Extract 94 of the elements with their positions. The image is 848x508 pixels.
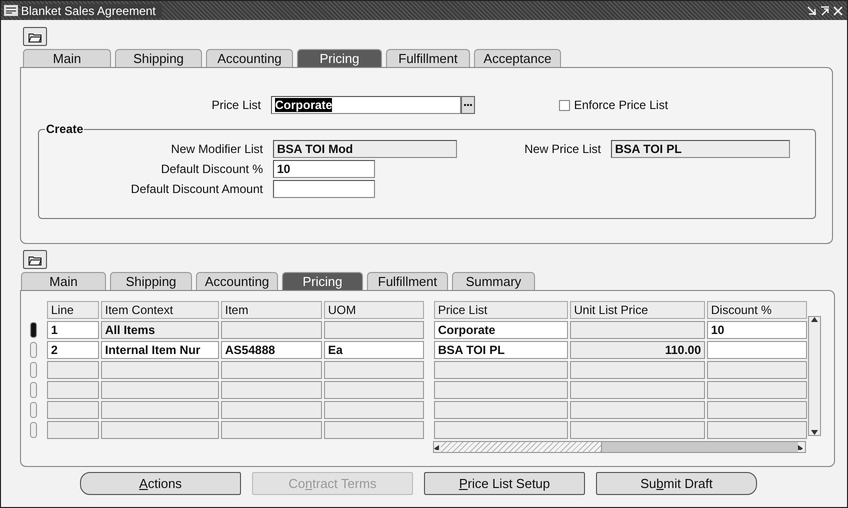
table-cell[interactable]	[101, 381, 219, 399]
table-cell[interactable]	[324, 361, 424, 379]
arrow-left-icon[interactable]	[434, 444, 441, 450]
table-cell[interactable]	[434, 421, 568, 439]
table-cell[interactable]	[47, 401, 99, 419]
column-header: Discount %	[707, 301, 807, 319]
folder-icon	[28, 254, 42, 266]
field-label: New Price List	[523, 142, 602, 156]
field-label: Default Discount %	[160, 162, 264, 176]
field-label: New Modifier List	[170, 142, 264, 156]
arrow-down-icon[interactable]	[811, 430, 818, 435]
table-cell[interactable]	[324, 381, 424, 399]
input-field[interactable]: 10	[273, 160, 375, 178]
minimize-icon[interactable]	[807, 6, 817, 16]
tab[interactable]: Acceptance	[474, 49, 561, 67]
vertical-scrollbar[interactable]	[808, 316, 821, 436]
column-header: Item Context	[101, 301, 219, 319]
column-header: Item	[221, 301, 322, 319]
list-of-values-button[interactable]	[461, 96, 475, 114]
field-label: Price List	[210, 98, 262, 112]
table-cell[interactable]	[324, 401, 424, 419]
input-field[interactable]: BSA TOI Mod	[273, 140, 457, 158]
tab[interactable]: Fulfillment	[367, 272, 448, 290]
table-cell[interactable]	[221, 401, 322, 419]
column-header: UOM	[324, 301, 424, 319]
table-cell[interactable]	[434, 381, 568, 399]
action-button[interactable]: Price List Setup	[424, 472, 585, 495]
tab[interactable]: Fulfillment	[386, 49, 470, 67]
table-cell[interactable]	[324, 321, 424, 339]
table-cell[interactable]: 110.00	[570, 341, 705, 359]
field-label: Default Discount Amount	[130, 182, 264, 196]
action-button[interactable]: Submit Draft	[596, 472, 757, 495]
action-button[interactable]: Actions	[80, 472, 241, 495]
table-cell[interactable]	[570, 401, 705, 419]
table-cell[interactable]: Corporate	[434, 321, 568, 339]
table-cell[interactable]	[101, 361, 219, 379]
row-indicator[interactable]	[30, 322, 37, 338]
folder-button[interactable]	[23, 27, 47, 46]
table-cell[interactable]	[434, 361, 568, 379]
tab[interactable]: Main	[21, 272, 106, 290]
table-cell[interactable]	[324, 421, 424, 439]
tab[interactable]: Main	[23, 49, 111, 67]
table-cell[interactable]	[570, 421, 705, 439]
table-cell[interactable]: AS54888	[221, 341, 322, 359]
table-cell[interactable]	[434, 401, 568, 419]
arrow-right-icon[interactable]	[798, 444, 805, 450]
arrow-up-icon[interactable]	[811, 317, 818, 322]
price-list-field[interactable]: Corporate	[271, 96, 461, 114]
table-cell[interactable]	[707, 401, 807, 419]
close-icon[interactable]	[833, 6, 843, 16]
checkbox-label: Enforce Price List	[574, 98, 668, 112]
app-icon	[4, 5, 18, 16]
table-cell[interactable]	[707, 361, 807, 379]
table-cell[interactable]	[221, 361, 322, 379]
table-cell[interactable]	[707, 421, 807, 439]
tab[interactable]: Accounting	[196, 272, 278, 290]
table-cell[interactable]: 10	[707, 321, 807, 339]
folder-icon	[28, 30, 42, 42]
table-cell[interactable]: Ea	[324, 341, 424, 359]
table-cell[interactable]	[707, 381, 807, 399]
table-cell[interactable]	[47, 381, 99, 399]
window-title: Blanket Sales Agreement	[21, 4, 162, 18]
table-cell[interactable]	[570, 361, 705, 379]
tab[interactable]: Pricing	[297, 49, 382, 67]
table-cell[interactable]	[47, 421, 99, 439]
tab[interactable]: Shipping	[110, 272, 192, 290]
table-cell[interactable]: 1	[47, 321, 99, 339]
table-cell[interactable]	[221, 381, 322, 399]
input-field[interactable]	[273, 180, 375, 198]
table-cell[interactable]	[570, 381, 705, 399]
table-cell[interactable]: BSA TOI PL	[434, 341, 568, 359]
table-cell[interactable]: 2	[47, 341, 99, 359]
tab[interactable]: Accounting	[206, 49, 293, 67]
table-cell[interactable]	[101, 421, 219, 439]
table-cell[interactable]	[221, 321, 322, 339]
table-cell[interactable]: Internal Item Nur	[101, 341, 219, 359]
column-header: Price List	[434, 301, 568, 319]
folder-button[interactable]	[23, 250, 47, 269]
table-cell[interactable]	[47, 361, 99, 379]
table-cell[interactable]	[221, 421, 322, 439]
table-cell[interactable]	[707, 341, 807, 359]
table-cell[interactable]	[570, 321, 705, 339]
column-header: Line	[47, 301, 99, 319]
column-header: Unit List Price	[570, 301, 705, 319]
horizontal-scrollbar[interactable]	[433, 441, 806, 453]
maximize-icon[interactable]	[820, 6, 830, 16]
table-cell[interactable]	[101, 401, 219, 419]
tab[interactable]: Pricing	[282, 272, 363, 290]
tab[interactable]: Shipping	[115, 49, 202, 67]
table-cell[interactable]: All Items	[101, 321, 219, 339]
checkbox[interactable]	[559, 100, 570, 110]
group-title: Create	[45, 122, 84, 136]
input-field[interactable]: BSA TOI PL	[611, 140, 790, 158]
tab[interactable]: Summary	[452, 272, 535, 290]
